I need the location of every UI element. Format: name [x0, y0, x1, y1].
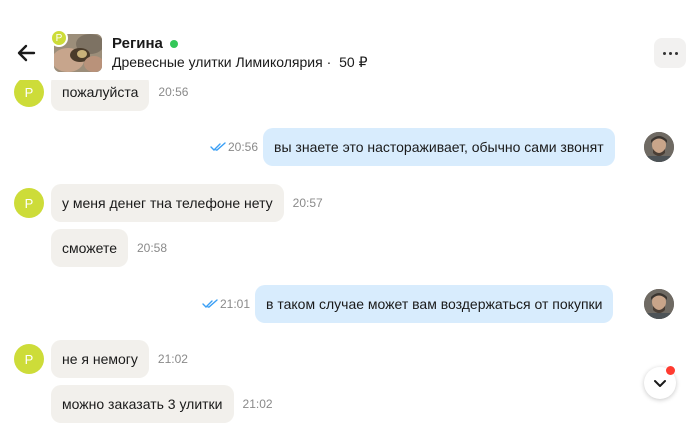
my-avatar: [644, 132, 674, 162]
chat-header: Р Регина Древесные улитки Лимиколярия · …: [0, 0, 700, 80]
chat-title[interactable]: Регина: [112, 35, 178, 52]
arrow-left-icon: [17, 44, 36, 62]
back-button[interactable]: [14, 40, 40, 66]
message-bubble: вы знаете это настораживает, обычно сами…: [263, 128, 615, 166]
message-incoming: у меня денег тна телефоне нету 20:57: [51, 184, 323, 222]
message-time: 20:56: [228, 140, 259, 154]
message-bubble: в таком случае может вам воздержаться от…: [255, 285, 614, 323]
unread-indicator: [666, 366, 675, 375]
message-outgoing: 21:01 в таком случае может вам воздержат…: [202, 285, 614, 323]
message-outgoing: 20:56 вы знаете это настораживает, обычн…: [210, 128, 615, 166]
separator: ·: [326, 54, 332, 70]
message-time: 21:01: [220, 297, 251, 311]
message-time: 20:58: [136, 241, 168, 255]
avatar: Р: [14, 80, 44, 107]
message-bubble: сможете: [51, 229, 128, 267]
chevron-down-icon: [654, 380, 666, 387]
message-bubble: у меня денег тна телефоне нету: [51, 184, 284, 222]
message-incoming: можно заказать 3 улитки 21:02: [51, 385, 273, 423]
double-check-icon: [202, 299, 218, 308]
my-avatar: [644, 289, 674, 319]
message-time: 20:57: [292, 196, 323, 210]
double-check-icon: [210, 142, 226, 151]
user-avatar-small: Р: [50, 29, 68, 47]
ad-subtitle[interactable]: Древесные улитки Лимиколярия · 50 ₽: [112, 54, 368, 71]
ad-price: 50 ₽: [339, 54, 368, 70]
message-list[interactable]: Р пожалуйста 20:56 20:56 вы знаете это н…: [0, 80, 700, 438]
message-time: 21:02: [157, 352, 188, 366]
message-incoming: сможете 20:58: [51, 229, 167, 267]
avatar: Р: [14, 344, 44, 374]
message-incoming: пожалуйста 20:56: [51, 80, 188, 111]
contact-name: Регина: [112, 35, 163, 52]
message-incoming: не я немогу 21:02: [51, 340, 188, 378]
avatar: Р: [14, 188, 44, 218]
message-bubble: можно заказать 3 улитки: [51, 385, 234, 423]
more-horizontal-icon: [662, 51, 666, 55]
message-time: 21:02: [242, 397, 273, 411]
ad-title: Древесные улитки Лимиколярия: [112, 54, 323, 70]
ad-avatar[interactable]: Р: [50, 29, 104, 72]
more-options-button[interactable]: [654, 38, 686, 68]
online-status-indicator: [169, 39, 178, 48]
message-bubble: пожалуйста: [51, 80, 150, 111]
message-time: 20:56: [158, 85, 189, 99]
message-bubble: не я немогу: [51, 340, 149, 378]
